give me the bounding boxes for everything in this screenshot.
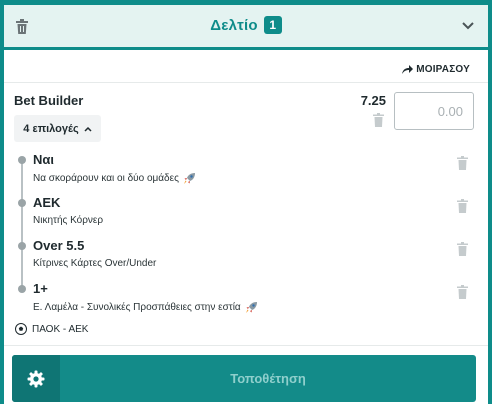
selection-market-text: Νικητής Κόρνερ: [33, 215, 104, 226]
divider: [4, 345, 488, 346]
selection-market: Νικητής Κόρνερ: [33, 215, 103, 226]
betslip-header[interactable]: Δελτίο 1: [4, 5, 488, 50]
remove-selection-trash-icon[interactable]: [457, 199, 468, 213]
timeline-dot: [18, 199, 26, 207]
selection-market-text: Κίτρινες Κάρτες Over/Under: [33, 258, 157, 269]
share-button[interactable]: ΜΟΙΡΑΣΟΥ: [402, 62, 470, 76]
selection-market: Κίτρινες Κάρτες Over/Under: [33, 258, 156, 269]
selection-market: Ε. Λαμέλα - Συνολικές Προσπάθειες στην ε…: [33, 301, 258, 314]
remove-bet-trash-icon[interactable]: [373, 113, 384, 127]
selection-market: Να σκοράρουν και οι δύο ομάδες: [33, 172, 196, 185]
match-info: ΠΑΟΚ - ΑΕΚ: [15, 323, 88, 335]
gear-icon: [27, 370, 45, 387]
selection-name: ΑΕΚ: [33, 195, 61, 210]
selections-toggle-button[interactable]: 4 επιλογές: [14, 115, 101, 142]
rocket-icon: [183, 173, 195, 184]
share-label: ΜΟΙΡΑΣΟΥ: [416, 63, 470, 75]
stake-input[interactable]: [394, 92, 474, 130]
timeline-dot: [18, 156, 26, 164]
remove-selection-trash-icon[interactable]: [457, 242, 468, 256]
bet-builder-odds: 7.25: [360, 93, 386, 108]
selection-market-text: Ε. Λαμέλα - Συνολικές Προσπάθειες στην ε…: [33, 302, 241, 313]
chevron-up-icon: [84, 126, 92, 132]
selection-name: 1+: [33, 281, 48, 296]
selection-name: Ναι: [33, 152, 54, 167]
selection-name: Over 5.5: [33, 238, 85, 253]
selections-timeline: [21, 158, 23, 290]
bet-builder-title: Bet Builder: [14, 93, 84, 108]
timeline-dot: [18, 285, 26, 293]
betslip-count-badge: 1: [263, 16, 282, 34]
remove-selection-trash-icon[interactable]: [457, 156, 468, 170]
selection-market-text: Να σκοράρουν και οι δύο ομάδες: [33, 173, 179, 184]
remove-selection-trash-icon[interactable]: [457, 285, 468, 299]
betslip-title: Δελτίο: [210, 16, 258, 34]
divider: [4, 82, 488, 83]
soccer-ball-icon: [15, 323, 27, 335]
rocket-icon: [245, 302, 257, 313]
bet-settings-button[interactable]: [12, 355, 60, 402]
timeline-dot: [18, 242, 26, 250]
match-label: ΠΑΟΚ - ΑΕΚ: [32, 323, 89, 335]
place-bet-bar: Τοποθέτηση: [12, 355, 476, 402]
collapse-chevron-down-icon[interactable]: [462, 22, 474, 30]
betslip-frame: [0, 0, 492, 404]
place-bet-button[interactable]: Τοποθέτηση: [60, 355, 476, 402]
share-arrow-icon: [402, 64, 414, 74]
selections-toggle-label: 4 επιλογές: [23, 122, 79, 135]
